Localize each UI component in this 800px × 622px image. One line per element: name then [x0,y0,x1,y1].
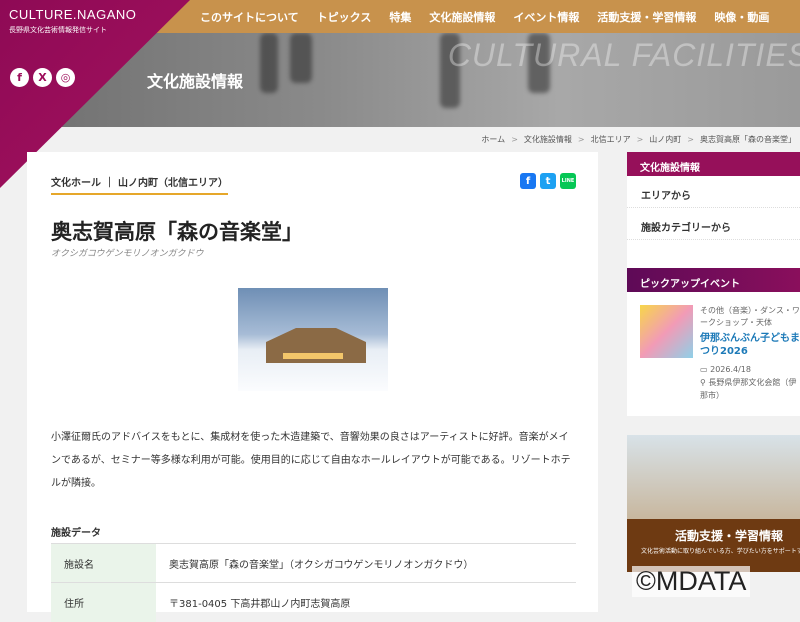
row-value: 奥志賀高原「森の音楽堂」（オクシガコウゲンモリノオンガクドウ） [156,543,576,583]
hero-title: 文化施設情報 [147,72,244,91]
event-category: その他（音楽）・ダンス・ワークショップ・天体 [700,306,800,327]
hero-bg-text: CULTURAL FACILITIES [447,37,800,73]
calendar-icon: ▭ [700,365,711,374]
banner-title: 活動支援・学習情報 [675,529,784,543]
line-share-icon[interactable]: LINE [560,173,576,189]
breadcrumb-sep: > [687,135,694,144]
hero-figure [290,33,312,83]
pickup-heading: ピックアップイベント [627,268,800,292]
facebook-share-icon[interactable]: f [520,173,536,189]
breadcrumb-sep: > [511,135,518,144]
article: 文化ホール ｜ 山ノ内町（北信エリア） f t LINE 奥志賀高原「森の音楽堂… [27,152,598,622]
nav-item[interactable]: 活動支援・学習情報 [597,9,696,25]
row-value: 〒381-0405 下高井郡山ノ内町志賀高原 [156,582,576,622]
event-date: 2026.4/18 [710,365,751,374]
page-title: 奥志賀高原「森の音楽堂」 [51,220,303,244]
event-thumbnail[interactable] [640,305,693,358]
row-key: 住所 [51,582,156,622]
category-label: 文化ホール ｜ 山ノ内町（北信エリア） [51,174,228,195]
pickup-events: ピックアップイベント その他（音楽）・ダンス・ワークショップ・天体 伊那ぶんぶん… [627,268,800,416]
link-by-area[interactable]: エリアから [627,176,800,208]
twitter-share-icon[interactable]: t [540,173,556,189]
breadcrumb: ホーム > 文化施設情報 > 北信エリア > 山ノ内町 > 奥志賀高原「森の音楽堂」 [481,127,800,152]
breadcrumb-sep: > [636,135,644,144]
sns-links: f X ◎ [10,68,75,87]
hero-figure [260,33,278,93]
facebook-icon[interactable]: f [10,68,29,87]
nav-item[interactable]: 文化施設情報 [429,9,495,25]
breadcrumb-item[interactable]: 北信エリア [591,134,631,145]
instagram-icon[interactable]: ◎ [56,68,75,87]
breadcrumb-item[interactable]: ホーム [481,134,505,145]
nav-item[interactable]: 映像・動画 [714,9,769,25]
facility-photo [238,288,388,391]
watermark: ©MDATA [632,566,751,597]
breadcrumb-sep: > [577,135,585,144]
event-details: ▭ 2026.4/18 ⚲ 長野県伊那文化会館（伊那市） [700,363,800,402]
title-kana: オクシガコウゲンモリノオンガクドウ [51,249,204,259]
table-row: 施設名 奥志賀高原「森の音楽堂」（オクシガコウゲンモリノオンガクドウ） [51,543,576,583]
data-heading: 施設データ [51,528,101,539]
nav-item[interactable]: 特集 [389,9,411,25]
event-title[interactable]: 伊那ぶんぶん子どもまつり2026 [700,332,800,358]
nav-item[interactable]: このサイトについて [200,9,299,25]
site-logo[interactable]: CULTURE.NAGANO [9,7,136,22]
link-by-category[interactable]: 施設カテゴリーから [627,208,800,240]
breadcrumb-item[interactable]: 文化施設情報 [524,134,572,145]
activity-support-banner[interactable]: 活動支援・学習情報 文化芸術活動に取り組んでいる方、学びたい方をサポートする情報… [627,435,800,572]
event-venue: 長野県伊那文化会館（伊那市） [700,378,797,400]
nav-item[interactable]: トピックス [317,9,372,25]
event-item[interactable]: その他（音楽）・ダンス・ワークショップ・天体 伊那ぶんぶん子どもまつり2026 … [627,292,800,400]
site-tagline: 長野県文化芸術情報発信サイト [9,26,107,34]
facility-data-table: 施設名 奥志賀高原「森の音楽堂」（オクシガコウゲンモリノオンガクドウ） 住所 〒38… [51,543,576,622]
nav-item[interactable]: イベント情報 [513,9,579,25]
breadcrumb-item[interactable]: 山ノ内町 [649,134,681,145]
facility-menu-heading: 文化施設情報 [627,152,800,176]
share-buttons: f t LINE [520,173,576,189]
row-key: 施設名 [51,543,156,583]
x-icon[interactable]: X [33,68,52,87]
description: 小澤征爾氏のアドバイスをもとに、集成材を使った木造建築で、音響効果の良さはアーテ… [51,432,571,489]
banner-subtitle: 文化芸術活動に取り組んでいる方、学びたい方をサポートする情報を掲載しています [641,548,800,555]
breadcrumb-current: 奥志賀高原「森の音楽堂」 [700,135,796,144]
table-row: 住所 〒381-0405 下高井郡山ノ内町志賀高原 [51,582,576,622]
